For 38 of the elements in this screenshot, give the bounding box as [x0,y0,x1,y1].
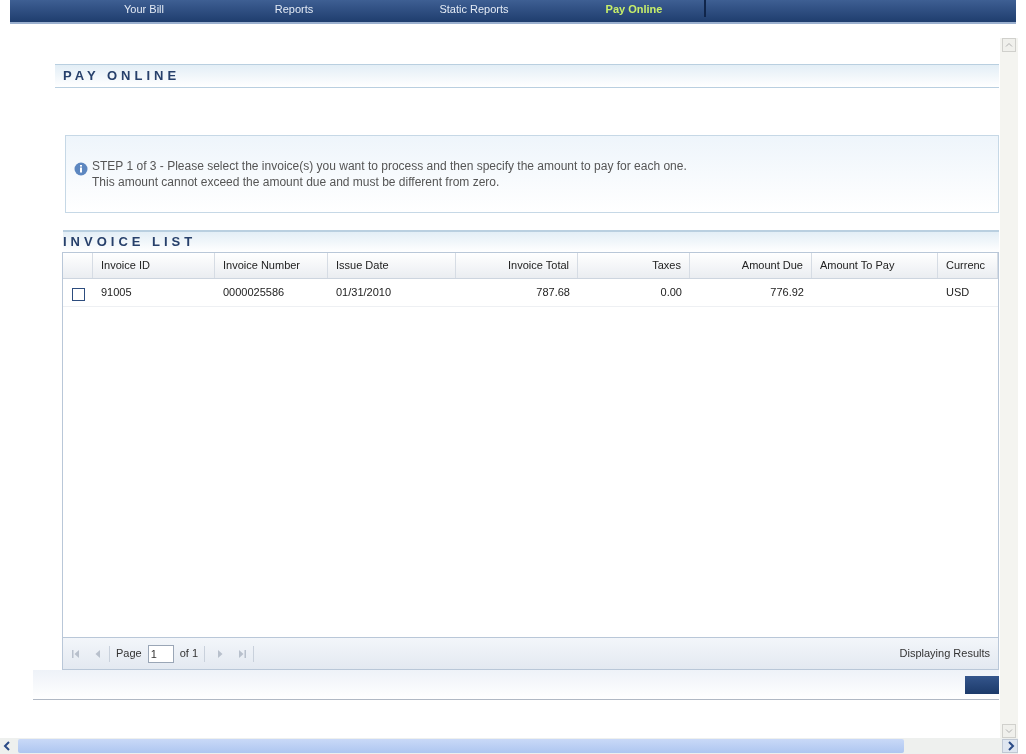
scroll-thumb[interactable] [18,739,904,753]
column-header[interactable]: Taxes [578,253,690,278]
page-number-field[interactable]: 1 [147,644,174,663]
last-page-icon[interactable] [237,648,248,659]
action-button[interactable] [965,675,999,694]
scroll-right-icon[interactable] [1002,739,1018,753]
page-label: Page [116,646,142,662]
table-cell-text: 0.00 [660,285,682,300]
info-text: STEP 1 of 3 - Please select the invoice(s) you want to process and then specify the amount to pay for each one. [92,158,687,174]
info-text: This amount cannot exceed the amount due and must be different from zero. [92,174,501,190]
page-title: PAY ONLINE [63,67,181,86]
column-header[interactable]: Invoice ID [93,253,215,278]
page-count: of 1 [179,646,199,662]
table-cell-text: 01/31/2010 [336,285,392,300]
nav-tab[interactable]: Your Bill [74,0,214,17]
nav-tab[interactable]: Pay Online [574,0,694,17]
column-header[interactable]: Amount Due [690,253,812,278]
previous-page-icon[interactable] [93,648,103,659]
column-header[interactable]: Currenc [938,253,998,278]
info-icon [74,162,88,176]
column-header[interactable]: Amount To Pay [812,253,938,278]
scroll-up-icon[interactable] [1002,38,1016,52]
horizontal-scrollbar[interactable] [0,738,1018,754]
vertical-scrollbar[interactable] [1000,38,1018,738]
table-cell-text: 787.68 [536,285,570,300]
nav-tab[interactable]: Static Reports [374,0,574,17]
row-checkbox[interactable] [71,288,85,301]
section-title: INVOICE LIST [63,233,197,252]
table-cell-text: USD [946,285,970,300]
nav-tab[interactable]: Reports [214,0,374,17]
column-header[interactable]: Invoice Total [456,253,578,278]
table-cell-text: 0000025586 [223,285,285,300]
column-header[interactable]: Invoice Number [215,253,328,278]
first-page-icon[interactable] [71,648,81,659]
table-cell-text: 776.92 [770,285,804,300]
column-header[interactable]: Issue Date [328,253,456,278]
table-cell-text: 91005 [101,285,132,300]
results-summary: Displaying Results [899,646,990,662]
